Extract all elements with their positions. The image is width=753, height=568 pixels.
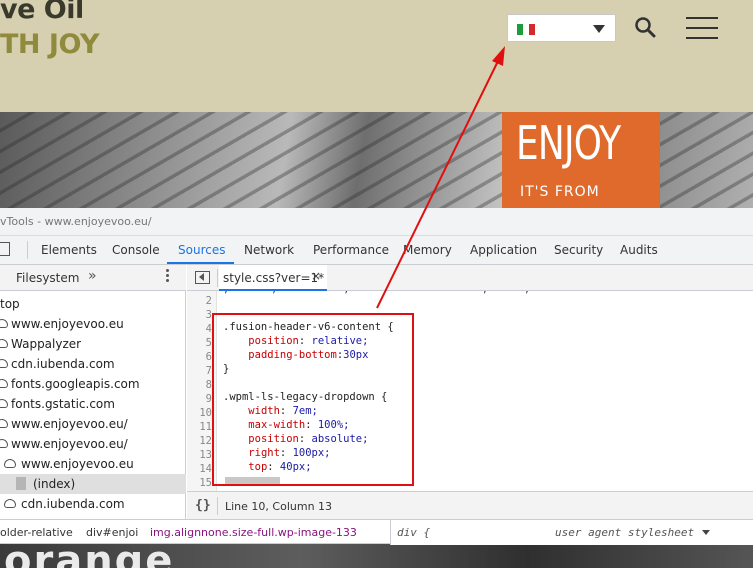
cloud-icon [0, 419, 8, 428]
cloud-icon [4, 499, 16, 508]
active-tab-indicator [167, 262, 234, 264]
pretty-print-icon[interactable]: {} [195, 498, 211, 513]
tree-item[interactable]: www.enjoyevoo.eu/ [0, 434, 186, 454]
tab-application[interactable]: Application [470, 243, 537, 257]
site-bottom-text: orange [4, 544, 175, 568]
tree-item[interactable]: www.enjoyevoo.eu [0, 314, 186, 334]
style-rule-source[interactable]: user agent stylesheet [555, 526, 694, 539]
tree-item-selected[interactable]: (index) [0, 474, 186, 494]
tree-item[interactable]: cdn.iubenda.com [0, 354, 186, 374]
chevron-down-icon [593, 25, 605, 33]
banner-subtitle: IT'S FROM [520, 184, 600, 200]
chevron-down-icon[interactable] [702, 530, 710, 535]
tree-item[interactable]: www.enjoyevoo.eu [0, 454, 186, 474]
cloud-icon [4, 459, 16, 468]
styles-pane: div { user agent stylesheet [390, 520, 753, 545]
tab-sources[interactable]: Sources [178, 243, 225, 257]
breadcrumb-item-active[interactable]: img.alignnone.size-full.wp-image-133 [150, 526, 357, 539]
tree-item[interactable]: fonts.googleapis.com [0, 374, 186, 394]
elements-breadcrumb-bar: older-relative div#enjoi img.alignnone.s… [0, 519, 753, 545]
tree-item[interactable]: www.enjoyevoo.eu/ [0, 414, 186, 434]
tree-item-top[interactable]: top [0, 294, 186, 314]
cursor-position: Line 10, Column 13 [225, 500, 333, 513]
editor-file-tab[interactable]: style.css?ver=1* × [219, 265, 327, 291]
tab-console[interactable]: Console [112, 243, 160, 257]
language-dropdown[interactable] [507, 14, 616, 42]
tab-filesystem[interactable]: Filesystem [16, 271, 79, 285]
hamburger-menu-icon[interactable] [686, 17, 718, 39]
style-rule-selector[interactable]: div { [397, 526, 430, 539]
tab-audits[interactable]: Audits [620, 243, 658, 257]
cloud-icon [0, 399, 8, 408]
cloud-icon [0, 359, 8, 368]
devtools-title: vTools - www.enjoyevoo.eu/ [0, 215, 152, 228]
tab-elements[interactable]: Elements [41, 243, 97, 257]
site-logo-line1[interactable]: ve Oil [0, 0, 84, 25]
toggle-navigator-icon[interactable] [195, 271, 210, 284]
hero-image: ENJOY IT'S FROM [0, 112, 753, 208]
flag-italy-icon [517, 24, 535, 35]
cloud-icon [0, 339, 8, 348]
code-line-partial: , , , , , [223, 291, 703, 295]
sources-navigator: Filesystem » top www.enjoyevoo.eu Wappal… [0, 265, 186, 519]
tab-memory[interactable]: Memory [403, 243, 452, 257]
editor-status-bar: {} Line 10, Column 13 [187, 491, 753, 519]
tree-item[interactable]: cdn.iubenda.com [0, 494, 186, 514]
cloud-icon [0, 379, 8, 388]
search-icon[interactable] [634, 16, 656, 38]
annotation-highlight-box [212, 313, 414, 486]
site-bottom-image: orange [0, 544, 753, 568]
banner-title: ENJOY [516, 116, 621, 170]
cloud-icon [0, 319, 8, 328]
cloud-icon [0, 439, 8, 448]
navigator-header: Filesystem » [0, 265, 186, 291]
kebab-menu-icon[interactable] [166, 269, 170, 285]
editor-tabbar: style.css?ver=1* × [187, 265, 753, 291]
site-logo-line2[interactable]: TH JOY [0, 29, 100, 60]
tab-performance[interactable]: Performance [313, 243, 389, 257]
more-tabs-icon[interactable]: » [88, 268, 97, 284]
breadcrumb-item[interactable]: older-relative [0, 526, 73, 539]
devtools-titlebar: vTools - www.enjoyevoo.eu/ [0, 208, 753, 236]
dock-side-icon[interactable] [0, 242, 10, 256]
tab-network[interactable]: Network [244, 243, 294, 257]
devtools-panel-tabs: Elements Console Sources Network Perform… [0, 236, 753, 265]
site-header: ve Oil TH JOY [0, 0, 753, 112]
breadcrumb-item[interactable]: div#enjoi [86, 526, 138, 539]
tree-item[interactable]: Wappalyzer [0, 334, 186, 354]
editor-file-tab-label: style.css?ver=1* [223, 271, 325, 285]
close-icon[interactable]: × [311, 269, 321, 283]
tree-item[interactable]: fonts.gstatic.com [0, 394, 186, 414]
tab-security[interactable]: Security [554, 243, 603, 257]
enjoy-banner: ENJOY IT'S FROM [502, 112, 660, 208]
file-icon [16, 477, 26, 490]
